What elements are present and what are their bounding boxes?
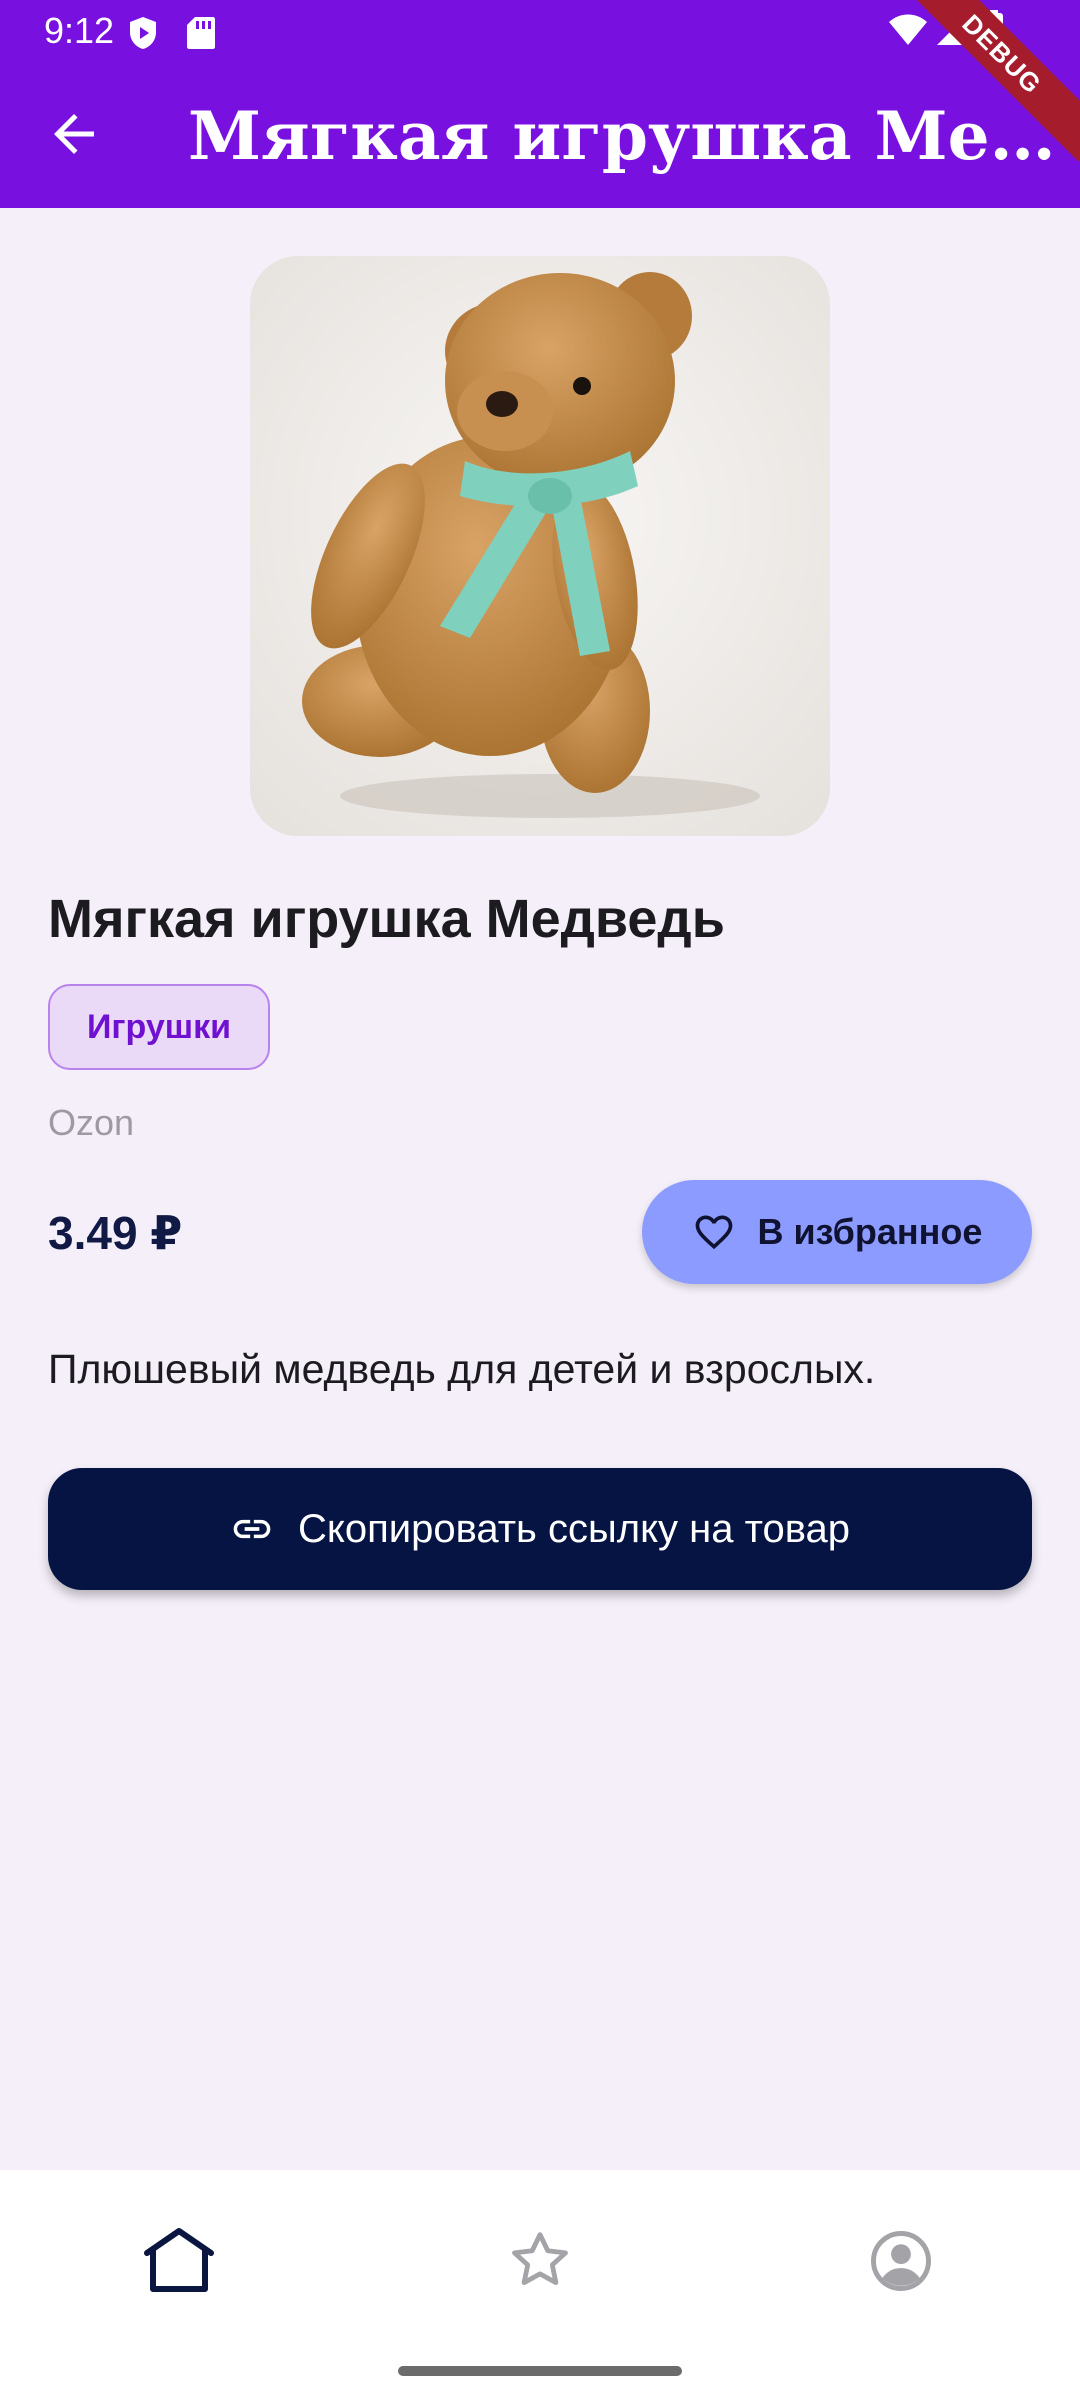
nav-profile[interactable] bbox=[846, 2206, 956, 2316]
copy-link-button[interactable]: Скопировать ссылку на товар bbox=[48, 1468, 1032, 1590]
add-to-favorites-button[interactable]: В избранное bbox=[642, 1180, 1032, 1284]
status-bar: 9:12 bbox=[0, 0, 1080, 62]
product-price: 3.49 ₽ bbox=[48, 1207, 183, 1259]
copy-link-label: Скопировать ссылку на товар bbox=[297, 1506, 851, 1551]
back-arrow-icon[interactable] bbox=[44, 104, 104, 164]
page-title: Мягкая игрушка Медведь bbox=[188, 97, 1068, 175]
star-icon bbox=[512, 2232, 568, 2285]
bottom-navigation bbox=[0, 2170, 1080, 2400]
add-to-favorites-label: В избранное bbox=[757, 1211, 983, 1252]
teddy-bear-image bbox=[250, 256, 830, 836]
link-icon bbox=[233, 1519, 271, 1539]
nav-favorites[interactable] bbox=[485, 2206, 595, 2316]
category-chip[interactable]: Игрушки bbox=[48, 984, 270, 1070]
product-name: Мягкая игрушка Медведь bbox=[48, 889, 725, 949]
sd-card-icon bbox=[187, 17, 215, 49]
nav-home[interactable] bbox=[124, 2206, 234, 2316]
gesture-bar[interactable] bbox=[398, 2366, 682, 2376]
store-name: Ozon bbox=[48, 1102, 135, 1143]
heart-outline-icon bbox=[695, 1215, 732, 1250]
shield-play-icon bbox=[130, 17, 156, 49]
product-description: Плюшевый медведь для детей и взрослых. bbox=[48, 1346, 876, 1392]
account-circle-icon bbox=[871, 2231, 931, 2291]
product-image bbox=[250, 256, 830, 836]
wifi-icon bbox=[889, 14, 927, 45]
home-icon bbox=[144, 2228, 214, 2292]
top-app-bar: 9:12 Мягкая игрушка Медведь DEBUG bbox=[0, 0, 1080, 208]
status-time: 9:12 bbox=[44, 10, 115, 51]
